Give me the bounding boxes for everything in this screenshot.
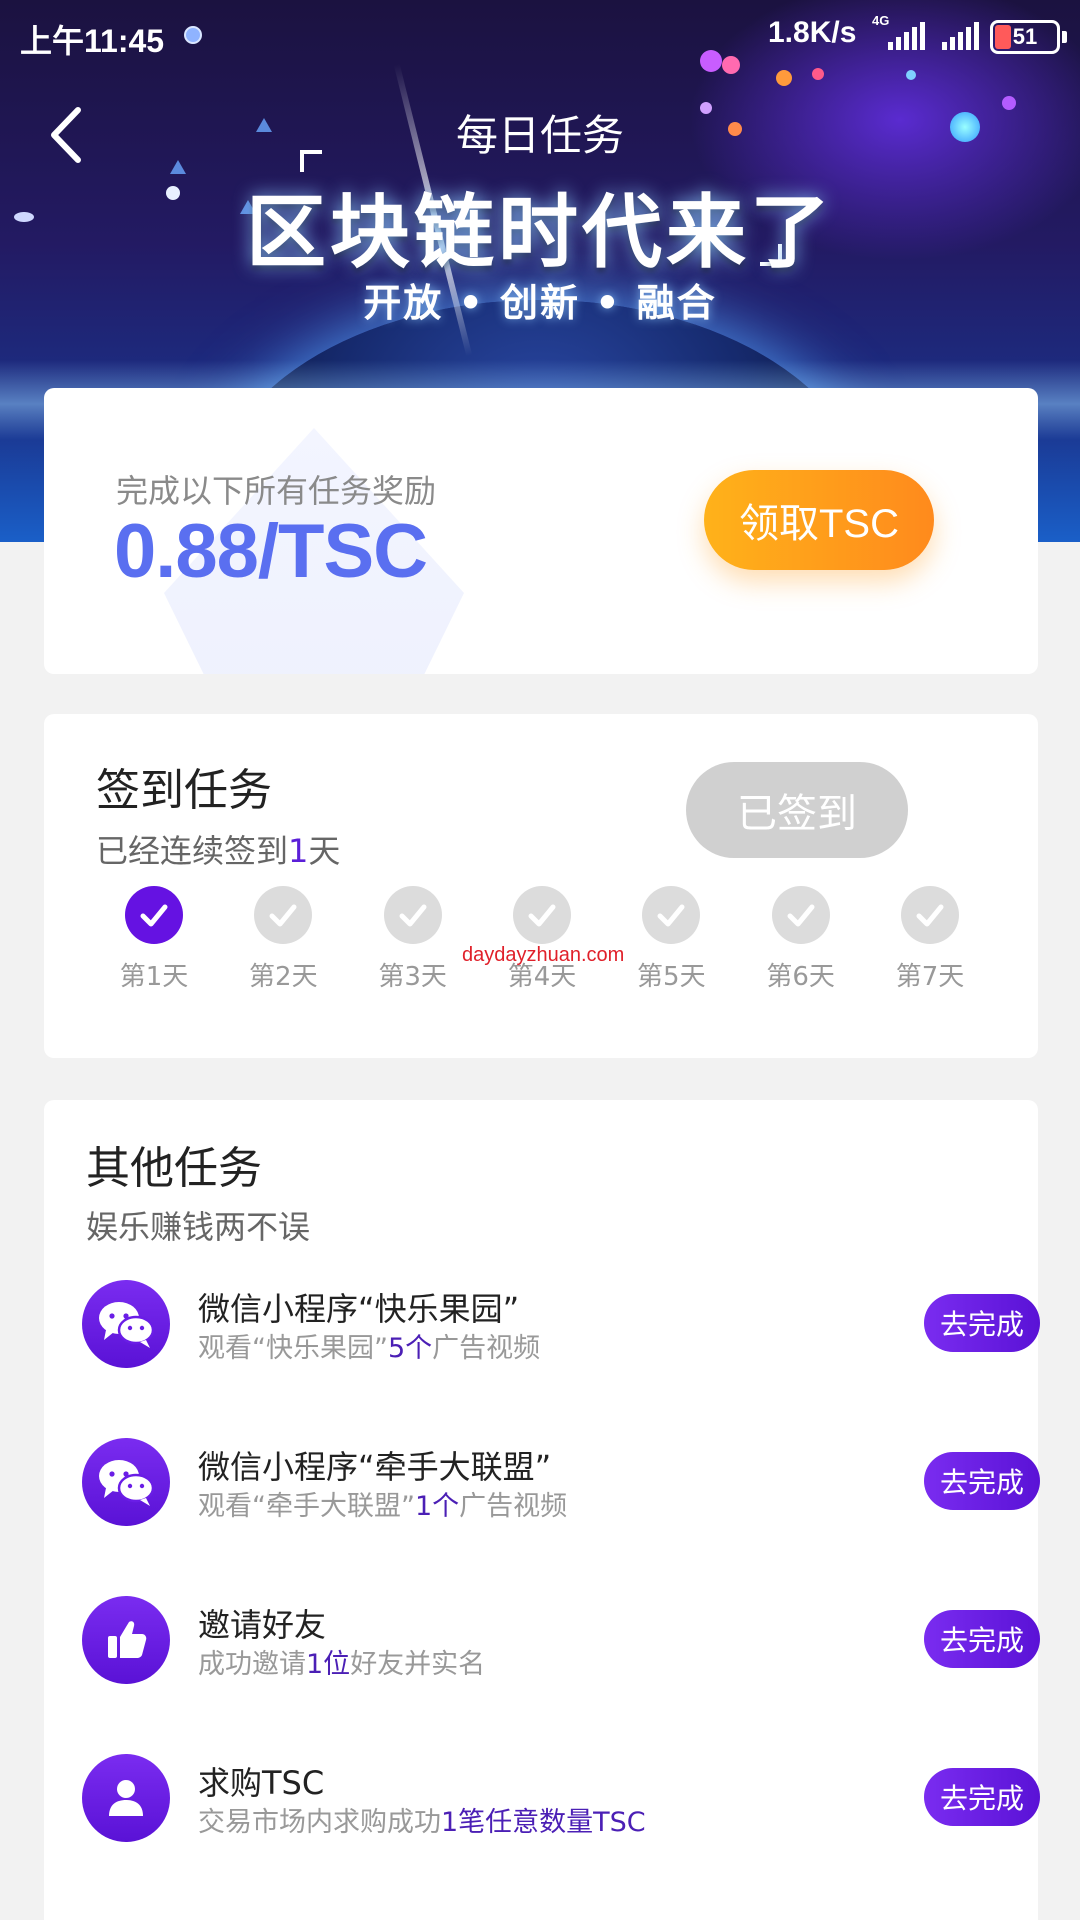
task-description: 观看“快乐果园”5个广告视频 (198, 1333, 541, 1364)
task-highlight: 1个 (414, 1491, 460, 1522)
checkmark-icon (642, 886, 701, 944)
checkin-day-label: 第1天 (119, 962, 189, 992)
task-row: 微信小程序“牵手大联盟” 观看“牵手大联盟”1个广告视频 去完成 (82, 1438, 1040, 1528)
task-title: 求购TSC (198, 1764, 325, 1802)
checkmark-icon (125, 886, 183, 944)
checkin-day: 第5天 (607, 886, 735, 993)
checkin-day: 第6天 (737, 886, 865, 993)
network-speed: 1.8K/s (768, 16, 857, 49)
battery-icon: 51 (990, 20, 1067, 54)
checkin-day-label: 第3天 (378, 962, 447, 992)
checkin-day: 第4天 (478, 886, 606, 993)
page-title: 每日任务 (455, 111, 624, 160)
task-highlight: 1笔任意数量TSC (441, 1807, 646, 1838)
other-tasks-subtitle: 娱乐赚钱两不误 (86, 1208, 311, 1246)
checkin-day-label: 第5天 (637, 962, 706, 992)
task-row: 求购TSC 交易市场内求购成功1笔任意数量TSC 去完成 (82, 1754, 1040, 1844)
task-highlight: 1位 (306, 1649, 351, 1680)
checkmark-icon (512, 886, 571, 944)
checkin-day-label: 第7天 (895, 962, 965, 992)
checkin-day: 第1天 (90, 886, 218, 993)
banner-slogan: 区块链时代来了 (246, 186, 834, 279)
status-time: 上午11:45 (20, 23, 165, 59)
checkin-day: 第2天 (219, 886, 347, 993)
task-row: 邀请好友成功邀请1位好友并实名 去完成 (82, 1596, 1040, 1686)
checkin-day: 第7天 (866, 886, 994, 993)
complete-task-button[interactable]: 去完成 (924, 1294, 1040, 1352)
user-icon (82, 1754, 170, 1842)
checkin-day: 第3天 (349, 886, 477, 993)
checkmark-icon (254, 886, 313, 944)
signal-icon (888, 22, 925, 50)
task-title: 邀请好友 (198, 1606, 327, 1644)
reward-label: 完成以下所有任务奖励 (116, 472, 437, 510)
network-type: 4G (872, 13, 890, 28)
notification-icon (184, 26, 202, 44)
reward-value: 0.88/TSC (114, 509, 428, 594)
battery-level: 51 (1012, 24, 1038, 49)
status-bar: 上午11:45 1.8K/s 4G 51 (0, 0, 1080, 72)
signal-icon (942, 22, 979, 50)
banner-subslogan: 开放 • 创新 • 融合 (363, 281, 717, 325)
complete-task-button[interactable]: 去完成 (924, 1610, 1040, 1668)
claim-tsc-button[interactable]: 领取TSC (704, 470, 934, 570)
other-tasks-card: 其他任务 娱乐赚钱两不误 微信小程序“快乐果园” 观看“快乐果园”5个广告视频 去完… (44, 1100, 1040, 1920)
watermark: daydayzhuan.com (462, 944, 625, 966)
checkmark-icon (771, 886, 830, 944)
task-description: 交易市场内求购成功1笔任意数量TSC (198, 1807, 646, 1838)
reward-card: 完成以下所有任务奖励 0.88/TSC 领取TSC (44, 388, 1038, 674)
checkmark-icon (383, 886, 442, 944)
task-title: 微信小程序“快乐果园” (198, 1290, 520, 1328)
checkin-day-label: 第6天 (766, 962, 835, 992)
other-tasks-title: 其他任务 (86, 1143, 262, 1194)
task-description: 观看“牵手大联盟”1个广告视频 (198, 1491, 568, 1522)
complete-task-button[interactable]: 去完成 (924, 1768, 1040, 1826)
checkmark-icon (900, 886, 959, 944)
checkin-card: 签到任务 已经连续签到1天 已签到 第1天 第2天 第3天 第4天第5天 第6天 第7天 (44, 714, 1038, 1058)
checkin-day-label: 第2天 (249, 962, 318, 992)
checkin-streak-count: 1 (288, 832, 309, 870)
complete-task-button[interactable]: 去完成 (924, 1452, 1040, 1510)
wechat-icon (82, 1280, 170, 1368)
task-title: 微信小程序“牵手大联盟” (198, 1448, 552, 1486)
task-row: 微信小程序“快乐果园” 观看“快乐果园”5个广告视频 去完成 (82, 1280, 1040, 1370)
task-description: 成功邀请1位好友并实名 (198, 1649, 486, 1680)
checked-in-button[interactable]: 已签到 (686, 762, 908, 858)
wechat-icon (82, 1438, 170, 1526)
checkin-subtitle: 已经连续签到1天 (96, 832, 341, 870)
thumbs-up-icon (82, 1596, 170, 1684)
task-highlight: 5个 (387, 1333, 433, 1364)
checkin-days-row: 第1天 第2天 第3天 第4天第5天 第6天 第7天 (90, 886, 994, 993)
checkin-title: 签到任务 (96, 765, 272, 816)
